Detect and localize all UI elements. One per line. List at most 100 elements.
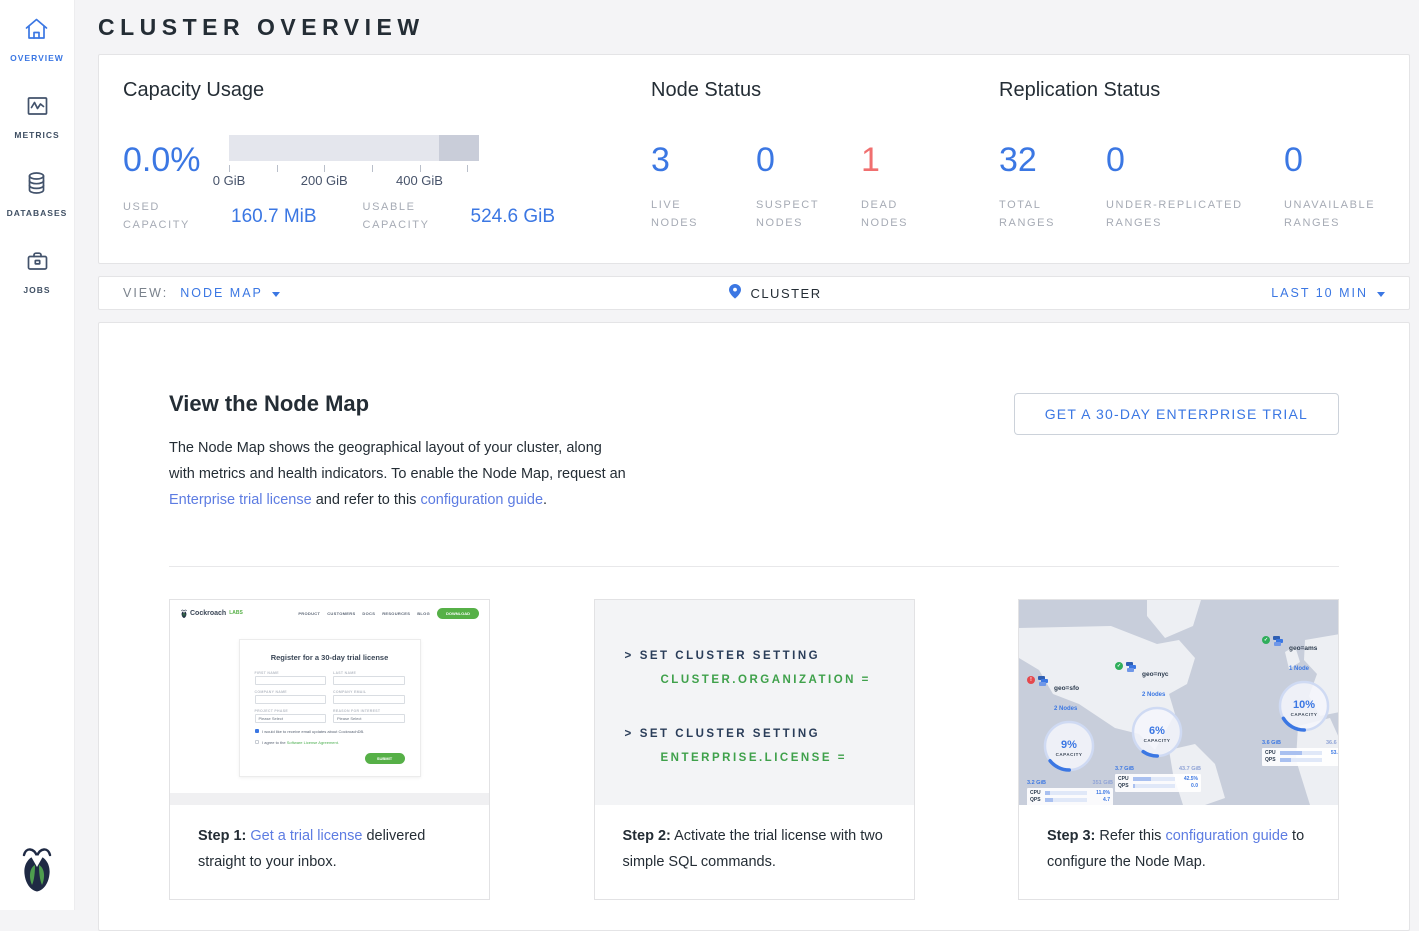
node-status-section: Node Status 3 LIVE NODES 0 SUSPECT NODES… [651, 79, 999, 263]
total-capacity: 36.6 GiB [1326, 740, 1338, 746]
suspect-nodes-value: 0 [756, 135, 861, 177]
tick-label-400gib: 400 GiB [396, 173, 443, 188]
cockroach-labs-logo: Cockroach LABS [180, 608, 243, 619]
sql-statement: SET CLUSTER SETTING [640, 728, 820, 740]
time-range-value: LAST 10 MIN [1271, 286, 1368, 300]
error-badge-icon: ! [1027, 676, 1035, 684]
total-capacity: 43.7 GiB [1179, 766, 1201, 772]
field-label: FIRST NAME [255, 671, 327, 675]
dead-nodes-value: 1 [861, 135, 933, 177]
capacity-percent: 9% [1061, 739, 1077, 751]
node-status-title: Node Status [651, 79, 999, 102]
description-text: and refer to this [316, 492, 417, 508]
suspect-nodes-label: SUSPECT NODES [756, 197, 840, 232]
live-nodes-value: 3 [651, 135, 756, 177]
database-icon [23, 184, 50, 201]
step-3-card: ! geo=sfo 2 Nodes [1018, 599, 1339, 900]
step-3-label: Step 3: [1047, 828, 1095, 844]
view-selector[interactable]: NODE MAP [180, 286, 263, 300]
sidebar: OVERVIEW METRICS DATABASES [0, 0, 75, 910]
qps-value: 0.0 [1191, 783, 1198, 789]
site-footer-strip [170, 793, 489, 805]
cpu-value: 11.0% [1096, 790, 1110, 796]
view-label: VIEW: [123, 286, 168, 300]
project-phase-select: Please Select [255, 714, 327, 723]
submit-button: SUBMIT [365, 753, 405, 764]
used-capacity: 3.6 GiB [1262, 740, 1281, 746]
sql-statement: SET CLUSTER SETTING [640, 650, 820, 662]
capacity-percent: 6% [1149, 725, 1165, 737]
reason-select: Please Select [333, 714, 405, 723]
locality-label: geo=sfo [1054, 685, 1079, 692]
node-map-panel: View the Node Map The Node Map shows the… [98, 322, 1410, 931]
description-text: . [543, 492, 547, 508]
sidebar-item-jobs[interactable]: JOBS [23, 248, 50, 295]
unavailable-ranges-value: 0 [1284, 135, 1408, 177]
replication-status-section: Replication Status 32 TOTAL RANGES 0 UND… [999, 79, 1409, 263]
tick-label-0gib: 0 GiB [213, 173, 246, 188]
page-title: CLUSTER OVERVIEW [98, 14, 1410, 41]
checkbox-label: I agree to the [262, 740, 286, 745]
capacity-usage-section: Capacity Usage 0.0% [123, 79, 651, 263]
sql-argument: ENTERPRISE.LICENSE = [625, 746, 914, 770]
node-count: 2 Nodes [1142, 692, 1165, 698]
field-label: COMPANY NAME [255, 690, 327, 694]
time-range-selector[interactable]: LAST 10 MIN [1271, 286, 1385, 300]
view-bar: VIEW: NODE MAP CLUSTER LAST 10 MIN [98, 276, 1410, 310]
total-capacity: 351 GiB [1093, 780, 1113, 786]
panel-title: View the Node Map [169, 391, 631, 417]
capacity-label: CAPACITY [1056, 752, 1083, 757]
trial-license-site-preview: Cockroach LABS PRODUCT CUSTOMERS DOCS RE… [170, 600, 489, 805]
field-label: PROJECT PHASE [255, 709, 327, 713]
step-3-caption: Step 3: Refer this configuration guide t… [1019, 805, 1338, 899]
form-title: Register for a 30-day trial license [255, 653, 405, 662]
briefcase-icon [24, 261, 51, 278]
configuration-guide-link[interactable]: configuration guide [420, 492, 543, 508]
sql-prompt: > [625, 650, 634, 662]
used-capacity-label: USED CAPACITY [123, 199, 219, 234]
used-capacity: 3.7 GiB [1115, 766, 1134, 772]
get-enterprise-trial-button[interactable]: GET A 30-DAY ENTERPRISE TRIAL [1014, 393, 1339, 435]
node-count: 1 Node [1289, 666, 1309, 672]
used-capacity-value: 160.7 MiB [231, 206, 317, 228]
capacity-bar-reserved-segment [439, 135, 479, 161]
locality-label: geo=ams [1289, 645, 1317, 652]
map-cluster-sfo: ! geo=sfo 2 Nodes [1027, 676, 1113, 805]
get-trial-license-link[interactable]: Get a trial license [250, 828, 362, 844]
sql-prompt: > [625, 728, 634, 740]
cpu-label: CPU [1030, 790, 1042, 796]
step-1-caption: Step 1: Get a trial license delivered st… [170, 805, 489, 899]
usable-capacity-value: 524.6 GiB [471, 206, 556, 228]
cpu-label: CPU [1118, 776, 1130, 782]
download-button: DOWNLOAD [437, 608, 479, 619]
capacity-bar-track [229, 135, 479, 161]
sidebar-item-label: DATABASES [7, 208, 68, 218]
qps-value: 4.7 [1103, 797, 1110, 803]
cluster-summary-card: Capacity Usage 0.0% [98, 54, 1410, 264]
chevron-down-icon[interactable] [272, 292, 280, 297]
cockroachdb-logo-icon [0, 843, 74, 898]
qps-label: QPS [1030, 797, 1042, 803]
sidebar-item-metrics[interactable]: METRICS [14, 93, 59, 140]
content-area: CLUSTER OVERVIEW Capacity Usage 0.0% [75, 0, 1419, 910]
locality-label: geo=nyc [1142, 671, 1169, 678]
dead-nodes-label: DEAD NODES [861, 197, 933, 232]
step-1-card: Cockroach LABS PRODUCT CUSTOMERS DOCS RE… [169, 599, 490, 900]
email-updates-checkbox [255, 729, 260, 734]
step-1-label: Step 1: [198, 828, 246, 844]
configuration-guide-link[interactable]: configuration guide [1165, 828, 1288, 844]
sidebar-item-databases[interactable]: DATABASES [7, 170, 68, 218]
capacity-percent: 10% [1293, 699, 1315, 711]
sidebar-item-overview[interactable]: OVERVIEW [10, 16, 64, 63]
enterprise-trial-license-link[interactable]: Enterprise trial license [169, 492, 312, 508]
nav-product: PRODUCT [298, 611, 320, 616]
map-pin-icon [729, 284, 741, 302]
first-name-input [255, 676, 327, 685]
under-replicated-ranges-label: UNDER-REPLICATED RANGES [1106, 197, 1262, 232]
unavailable-ranges-label: UNAVAILABLE RANGES [1284, 197, 1408, 232]
trial-registration-form: Register for a 30-day trial license FIRS… [239, 639, 421, 777]
sidebar-item-label: OVERVIEW [10, 53, 64, 63]
nav-blog: BLOG [417, 611, 430, 616]
checkbox-label: I would like to receive email updates ab… [262, 729, 364, 734]
step-2-label: Step 2: [623, 828, 671, 844]
